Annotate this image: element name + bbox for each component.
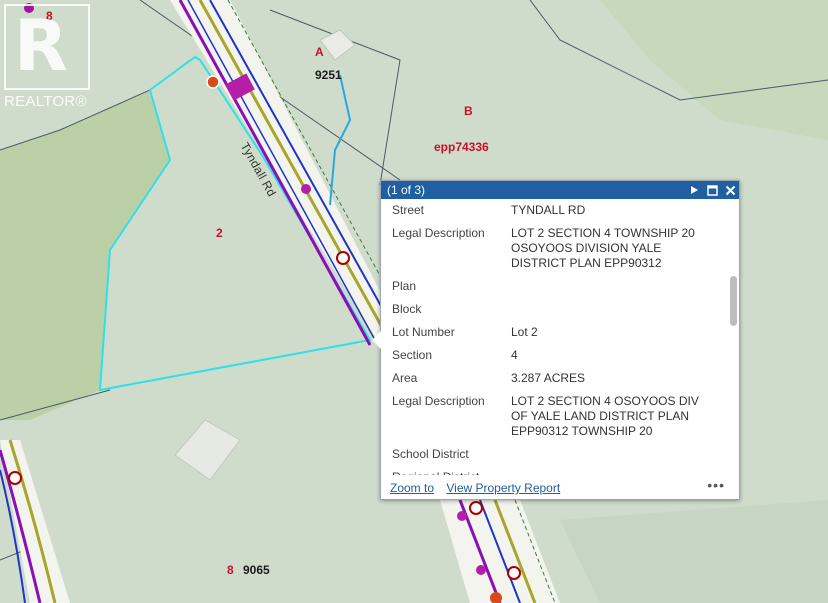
maximize-icon[interactable] xyxy=(706,184,718,196)
attribute-row-plan: Plan xyxy=(381,276,725,299)
zoom-to-link[interactable]: Zoom to xyxy=(390,481,434,495)
attribute-value: TYNDALL RD xyxy=(511,203,586,217)
lot-label-b: B xyxy=(464,104,473,118)
address-label-9065: 9065 xyxy=(243,563,270,577)
attribute-key: School District xyxy=(392,447,469,461)
lot-label-8-bottom: 8 xyxy=(227,563,234,577)
popup-attribute-list[interactable]: Street TYNDALL RD Legal Description LOT … xyxy=(381,200,725,475)
attribute-value: Lot 2 xyxy=(511,325,538,339)
attribute-row-legal-description-2: Legal Description LOT 2 SECTION 4 OSOYOO… xyxy=(381,391,725,444)
close-icon[interactable] xyxy=(724,184,736,196)
property-info-popup: (1 of 3) Street TYNDALL RD Legal Descrip… xyxy=(372,180,740,500)
attribute-key: Street xyxy=(392,203,425,217)
attribute-key: Lot Number xyxy=(392,325,455,339)
realtor-logo-text: REALTOR® xyxy=(4,93,87,110)
attribute-row-legal-description: Legal Description LOT 2 SECTION 4 TOWNSH… xyxy=(381,223,725,276)
popup-title: (1 of 3) xyxy=(387,183,426,197)
attribute-row-block: Block xyxy=(381,299,725,322)
attribute-key: Regional District xyxy=(392,470,511,475)
popup-scrollbar[interactable] xyxy=(730,276,737,326)
attribute-key: Area xyxy=(392,371,418,385)
attribute-key: Legal Description xyxy=(392,394,485,408)
attribute-value: LOT 2 SECTION 4 TOWNSHIP 20 OSOYOOS DIVI… xyxy=(511,226,695,270)
attribute-key: Legal Description xyxy=(392,226,485,240)
realtor-logo-letter: R xyxy=(14,5,68,87)
attribute-value: 3.287 ACRES xyxy=(511,371,586,385)
lot-label-2: 2 xyxy=(216,226,223,240)
next-icon[interactable] xyxy=(688,184,700,196)
attribute-row-lot-number: Lot Number Lot 2 xyxy=(381,322,725,345)
attribute-row-area: Area 3.287 ACRES xyxy=(381,368,725,391)
popup-footer: Zoom to View Property Report ••• xyxy=(381,477,739,499)
attribute-key: Block xyxy=(392,302,422,316)
attribute-value: LOT 2 SECTION 4 OSOYOOS DIV OF YALE LAND… xyxy=(511,394,699,438)
popup-pointer xyxy=(372,331,381,349)
attribute-row-school-district: School District xyxy=(381,444,725,467)
attribute-value xyxy=(511,302,725,317)
lot-label-a: A xyxy=(315,45,324,59)
attribute-row-street: Street TYNDALL RD xyxy=(381,200,725,223)
more-options-icon[interactable]: ••• xyxy=(707,474,725,496)
attribute-key: Section xyxy=(392,348,433,362)
attribute-row-regional-district: Regional District xyxy=(381,467,725,475)
attribute-value: 4 xyxy=(511,348,518,362)
plan-label-epp74336: epp74336 xyxy=(434,140,489,154)
popup-header: (1 of 3) xyxy=(381,181,739,199)
address-label-9251: 9251 xyxy=(315,68,342,82)
attribute-key: Plan xyxy=(392,279,417,293)
attribute-value xyxy=(511,447,725,462)
attribute-value xyxy=(511,470,725,475)
view-property-report-link[interactable]: View Property Report xyxy=(446,481,560,495)
realtor-logo: R REALTOR® xyxy=(0,0,98,114)
attribute-row-section: Section 4 xyxy=(381,345,725,368)
attribute-value xyxy=(511,279,725,294)
